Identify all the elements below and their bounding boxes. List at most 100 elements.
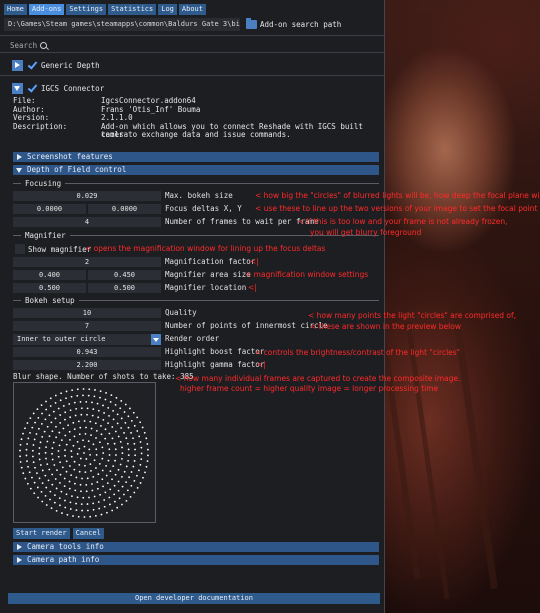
bokeh-point xyxy=(92,508,95,511)
bokeh-point xyxy=(20,466,23,469)
bokeh-point xyxy=(26,460,28,463)
bokeh-point xyxy=(65,443,68,446)
tab-statistics[interactable]: Statistics xyxy=(108,4,157,15)
bokeh-point xyxy=(62,427,65,430)
frames-to-wait-input[interactable]: 4 xyxy=(13,217,161,227)
bokeh-point xyxy=(45,486,48,489)
bokeh-point xyxy=(132,437,134,440)
expand-arrow-icon[interactable] xyxy=(12,59,23,71)
bokeh-point xyxy=(64,506,67,509)
focus-delta-y-input[interactable]: 0.0000 xyxy=(88,204,161,214)
bokeh-point xyxy=(40,490,43,493)
collapse-arrow-icon[interactable] xyxy=(12,82,23,94)
enable-checkbox[interactable] xyxy=(27,60,37,70)
annotation-points: < these are shown in the preview below xyxy=(310,322,461,331)
addon-path-row: D:\Games\Steam games\steamapps\common\Ba… xyxy=(4,17,341,31)
bokeh-point xyxy=(80,413,83,416)
group-label: Focusing xyxy=(25,179,62,188)
bokeh-point xyxy=(136,416,139,419)
bokeh-point xyxy=(82,439,84,442)
section-depth-of-field[interactable]: Depth of Field control xyxy=(13,165,379,175)
bokeh-point xyxy=(136,474,138,477)
magnifier-location-y-input[interactable]: 0.500 xyxy=(88,283,161,293)
bokeh-point xyxy=(96,481,99,483)
bokeh-point xyxy=(113,493,116,496)
bokeh-point xyxy=(68,465,71,467)
bokeh-point xyxy=(36,472,38,475)
magnification-factor-input[interactable]: 2 xyxy=(13,257,161,267)
bokeh-point xyxy=(87,440,90,442)
magnifier-area-width-input[interactable]: 0.400 xyxy=(13,270,86,280)
bokeh-point xyxy=(38,458,41,461)
bokeh-point xyxy=(45,504,48,506)
bokeh-point xyxy=(32,412,35,415)
show-magnifier-checkbox[interactable]: Show magnifier xyxy=(15,244,91,254)
bokeh-point xyxy=(125,481,128,484)
bokeh-point xyxy=(43,430,46,433)
bokeh-point xyxy=(22,432,24,435)
bokeh-point xyxy=(49,397,52,400)
divider xyxy=(0,75,384,76)
section-screenshot-features[interactable]: Screenshot features xyxy=(13,152,379,162)
render-order-select[interactable]: Inner to outer circle xyxy=(13,334,161,345)
bokeh-point xyxy=(27,465,29,468)
bokeh-point xyxy=(61,466,64,469)
tab-log[interactable]: Log xyxy=(158,4,177,15)
bokeh-point xyxy=(100,433,103,436)
bokeh-point xyxy=(109,470,112,473)
magnifier-area-size-label: Magnifier area size xyxy=(165,270,251,279)
bokeh-point xyxy=(57,455,60,458)
bokeh-point xyxy=(92,443,95,446)
start-render-button[interactable]: Start render xyxy=(13,528,70,539)
tab-about[interactable]: About xyxy=(178,4,206,15)
bokeh-point xyxy=(72,421,75,424)
highlight-gamma-input[interactable]: 2.200 xyxy=(13,360,161,370)
bokeh-point xyxy=(121,446,123,449)
bokeh-point xyxy=(133,480,136,482)
max-bokeh-size-input[interactable]: 0.029 xyxy=(13,191,161,201)
section-camera-path-info[interactable]: Camera path info xyxy=(13,555,379,565)
bokeh-point xyxy=(118,497,121,500)
dropdown-arrow-icon[interactable] xyxy=(151,334,161,345)
addon-path-input[interactable]: D:\Games\Steam games\steamapps\common\Ba… xyxy=(4,17,240,31)
bokeh-point xyxy=(51,430,54,433)
bokeh-point xyxy=(89,463,92,465)
section-camera-tools-info[interactable]: Camera tools info xyxy=(13,542,379,552)
bokeh-point xyxy=(38,477,41,480)
bokeh-point xyxy=(72,444,75,447)
bokeh-point xyxy=(61,512,63,514)
bokeh-point xyxy=(73,401,76,404)
bokeh-point xyxy=(48,468,51,471)
render-order-label: Render order xyxy=(165,334,220,343)
bokeh-point xyxy=(100,424,102,427)
bokeh-point xyxy=(127,448,130,451)
magnifier-area-height-input[interactable]: 0.450 xyxy=(88,270,161,280)
tab-home[interactable]: Home xyxy=(4,4,27,15)
bokeh-point xyxy=(70,474,73,477)
bokeh-point xyxy=(115,396,118,399)
annotation-quality: < how many points the light "circles" ar… xyxy=(308,311,517,320)
quality-input[interactable]: 10 xyxy=(13,308,161,318)
description-line-2: tools to exchange data and issue command… xyxy=(101,130,291,139)
show-magnifier-label: Show magnifier xyxy=(28,244,92,254)
bokeh-point xyxy=(77,515,80,518)
addon-search-path-button[interactable]: Add-on search path xyxy=(246,17,341,31)
bokeh-point xyxy=(25,448,28,451)
highlight-boost-input[interactable]: 0.943 xyxy=(13,347,161,357)
bokeh-point xyxy=(88,496,90,499)
innermost-points-input[interactable]: 7 xyxy=(13,321,161,331)
group-label: Bokeh setup xyxy=(25,296,75,305)
bokeh-point xyxy=(127,459,129,462)
open-developer-docs-button[interactable]: Open developer documentation xyxy=(8,593,380,604)
tab-settings[interactable]: Settings xyxy=(66,4,107,15)
addon-search-input[interactable]: Search xyxy=(10,41,48,50)
focus-delta-x-input[interactable]: 0.0000 xyxy=(13,204,86,214)
enable-checkbox[interactable] xyxy=(27,83,37,93)
bokeh-point xyxy=(44,474,47,477)
cancel-button[interactable]: Cancel xyxy=(72,528,104,539)
tab-add-ons[interactable]: Add-ons xyxy=(28,4,65,15)
bokeh-point xyxy=(29,487,32,490)
bokeh-point xyxy=(59,421,62,424)
bokeh-point xyxy=(59,399,62,402)
magnifier-location-x-input[interactable]: 0.500 xyxy=(13,283,86,293)
